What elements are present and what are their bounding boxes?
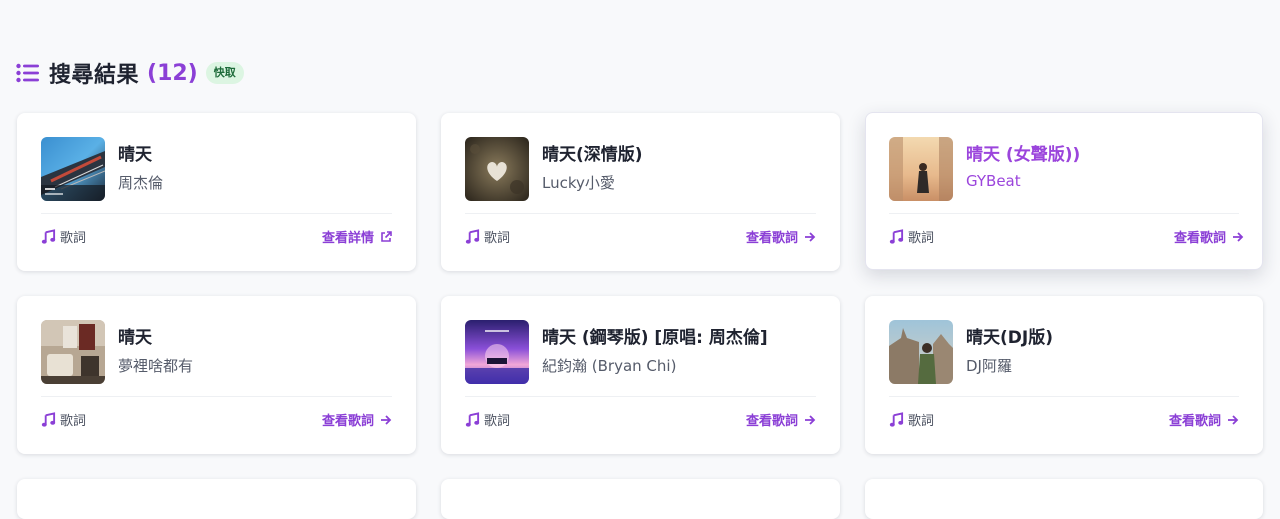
divider	[889, 396, 1239, 397]
music-note-icon	[465, 411, 480, 427]
artist-name: GYBeat	[966, 172, 1021, 190]
divider	[465, 396, 816, 397]
result-card[interactable]	[17, 479, 416, 519]
action-label: 查看詳情	[321, 231, 374, 246]
artist-name: 夢裡啥都有	[118, 357, 194, 375]
lyrics-tag-label: 歌詞	[908, 414, 935, 429]
divider	[889, 213, 1239, 214]
divider	[41, 213, 392, 214]
album-cover	[465, 137, 529, 201]
result-card[interactable]	[441, 479, 840, 519]
arrow-right-icon	[1228, 414, 1239, 425]
view-lyrics-link[interactable]: 查看歌詞	[746, 410, 816, 429]
view-lyrics-link[interactable]: 查看歌詞	[322, 410, 392, 429]
lyrics-tag-label: 歌詞	[908, 231, 935, 246]
lyrics-tag-label: 歌詞	[60, 414, 87, 429]
artist-name: 紀鈞瀚 (Bryan Chi)	[542, 357, 677, 375]
music-note-icon	[889, 228, 904, 244]
action-label: 查看歌詞	[1168, 414, 1221, 429]
lyrics-tag: 歌詞	[41, 410, 86, 429]
view-details-link[interactable]: 查看詳情	[322, 227, 392, 246]
lyrics-tag: 歌詞	[465, 410, 510, 429]
album-cover	[889, 320, 953, 384]
album-cover	[465, 320, 529, 384]
action-label: 查看歌詞	[321, 414, 374, 429]
music-note-icon	[41, 411, 56, 427]
arrow-right-icon	[805, 414, 816, 425]
result-card[interactable]: 晴天(DJ版) DJ阿羅 歌詞 查看歌詞	[865, 296, 1263, 454]
result-card[interactable]: 晴天 (鋼琴版) [原唱: 周杰倫] 紀鈞瀚 (Bryan Chi) 歌詞 查看…	[441, 296, 840, 454]
view-lyrics-link[interactable]: 查看歌詞	[1169, 410, 1239, 429]
view-lyrics-link[interactable]: 查看歌詞	[746, 227, 816, 246]
music-note-icon	[465, 228, 480, 244]
song-title: 晴天(DJ版)	[966, 328, 1053, 348]
divider	[41, 396, 392, 397]
song-title: 晴天	[118, 145, 152, 165]
divider	[465, 213, 816, 214]
song-title: 晴天(深情版)	[542, 145, 643, 165]
results-grid: 晴天 周杰倫 歌詞 查看詳情 晴天(深情版) Lucky小愛 歌詞 查看歌詞 晴…	[0, 0, 1280, 519]
action-label: 查看歌詞	[745, 414, 798, 429]
result-card[interactable]: 晴天 (女聲版)) GYBeat 歌詞 查看歌詞	[865, 112, 1263, 270]
arrow-right-icon	[381, 414, 392, 425]
music-note-icon	[41, 228, 56, 244]
lyrics-tag-label: 歌詞	[484, 231, 511, 246]
lyrics-tag-label: 歌詞	[484, 414, 511, 429]
lyrics-tag-label: 歌詞	[60, 231, 87, 246]
song-title: 晴天 (鋼琴版) [原唱: 周杰倫]	[542, 328, 768, 348]
arrow-right-icon	[1233, 231, 1244, 242]
result-card[interactable]: 晴天(深情版) Lucky小愛 歌詞 查看歌詞	[441, 113, 840, 271]
song-title: 晴天 (女聲版))	[966, 145, 1081, 165]
arrow-right-icon	[805, 231, 816, 242]
artist-name: DJ阿羅	[966, 357, 1012, 375]
artist-name: Lucky小愛	[542, 174, 615, 192]
action-label: 查看歌詞	[1173, 231, 1226, 246]
result-card[interactable]	[865, 479, 1263, 519]
album-cover	[41, 320, 105, 384]
album-cover	[889, 137, 953, 201]
lyrics-tag: 歌詞	[41, 227, 86, 246]
result-card[interactable]: 晴天 夢裡啥都有 歌詞 查看歌詞	[17, 296, 416, 454]
artist-name: 周杰倫	[118, 174, 164, 192]
album-cover	[41, 137, 105, 201]
external-link-icon	[381, 230, 392, 242]
lyrics-tag: 歌詞	[889, 410, 934, 429]
lyrics-tag: 歌詞	[889, 227, 934, 246]
song-title: 晴天	[118, 328, 152, 348]
result-card[interactable]: 晴天 周杰倫 歌詞 查看詳情	[17, 113, 416, 271]
music-note-icon	[889, 411, 904, 427]
action-label: 查看歌詞	[745, 231, 798, 246]
lyrics-tag: 歌詞	[465, 227, 510, 246]
view-lyrics-link[interactable]: 查看歌詞	[1174, 227, 1244, 246]
